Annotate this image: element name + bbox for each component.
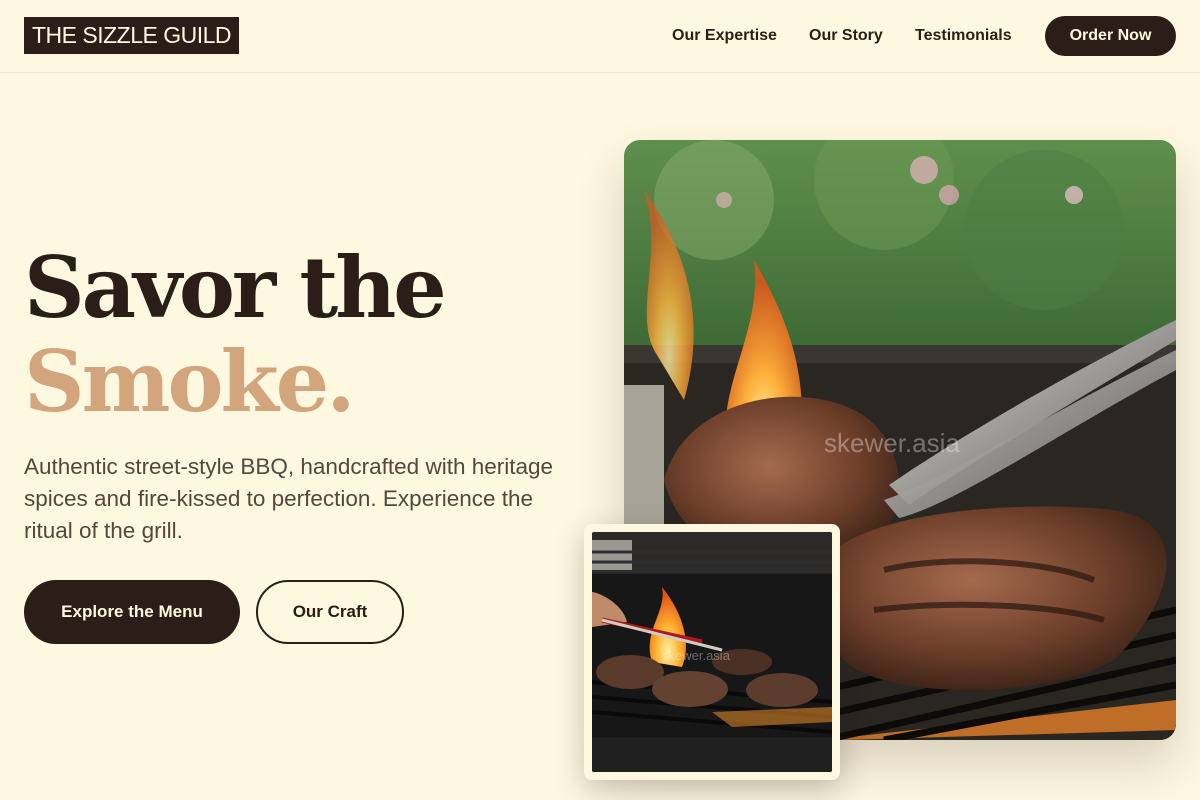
hero-headline-line2: Smoke.	[24, 332, 355, 431]
brand-logo[interactable]: THE SIZZLE GUILD	[24, 17, 240, 54]
our-craft-button[interactable]: Our Craft	[256, 580, 404, 644]
hero-headline-line1: Savor the	[24, 238, 447, 337]
order-now-button[interactable]: Order Now	[1045, 16, 1176, 56]
site-header: THE SIZZLE GUILD Our Expertise Our Story…	[0, 0, 1200, 73]
explore-menu-button[interactable]: Explore the Menu	[24, 580, 240, 644]
thumb-image-watermark: skewer.asia	[662, 648, 731, 663]
nav-link-testimonials[interactable]: Testimonials	[915, 26, 1012, 46]
thumbnail-card: skewer.asia	[584, 524, 840, 780]
thumbnail-burger-grill-image: skewer.asia	[592, 532, 832, 772]
nav-link-our-expertise[interactable]: Our Expertise	[672, 26, 777, 46]
main-image-watermark: skewer.asia	[824, 428, 960, 458]
nav-link-our-story[interactable]: Our Story	[809, 26, 883, 46]
hero-subtitle: Authentic street-style BBQ, handcrafted …	[24, 454, 554, 543]
